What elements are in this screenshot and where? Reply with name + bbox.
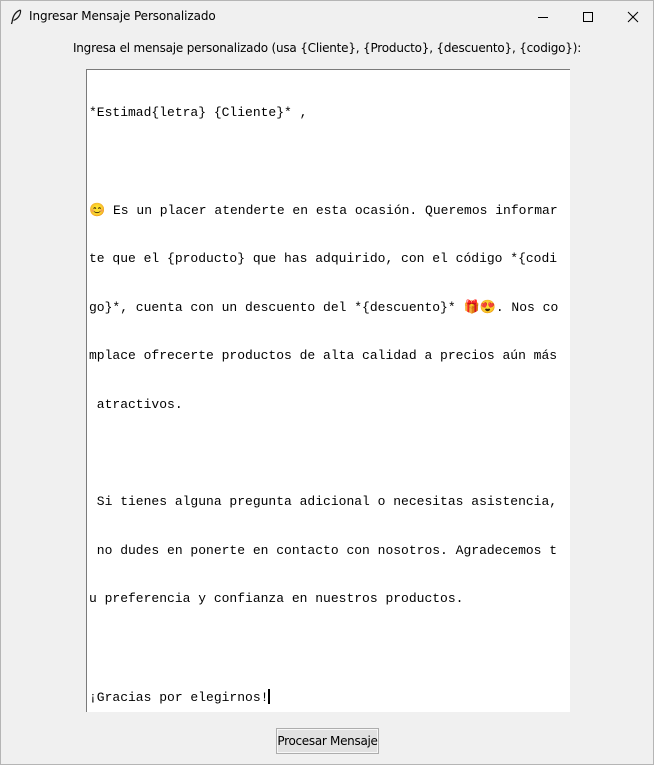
text-line: no dudes en ponerte en contacto con noso… [89,542,558,558]
text-line: te que el {producto} que has adquirido, … [89,251,558,267]
text-line-last: ¡Gracias por elegirnos! [89,688,570,705]
message-text: *Estimad{letra} {Cliente}* , 😊 Es un pla… [89,73,570,712]
text-line: atractivos. [89,396,183,412]
text-caret [268,688,271,704]
maximize-icon [583,12,593,22]
text-line [89,446,570,462]
text-line: ¡Gracias por elegirnos! [89,689,269,705]
close-icon [627,11,639,23]
text-line: *Estimad{letra} {Cliente}* , [89,105,308,121]
message-textarea[interactable]: *Estimad{letra} {Cliente}* , 😊 Es un pla… [86,69,570,712]
app-window: Ingresar Mensaje Personalizado Ingresa e… [0,0,654,765]
minimize-button[interactable] [520,1,566,33]
text-line: Si tienes alguna pregunta adicional o ne… [89,494,558,510]
minimize-icon [538,17,548,18]
process-message-button[interactable]: Procesar Mensaje [276,728,379,754]
window-title: Ingresar Mensaje Personalizado [29,9,216,23]
text-line: mplace ofrecerte productos de alta calid… [89,348,558,364]
title-bar[interactable]: Ingresar Mensaje Personalizado [1,1,653,33]
text-line [89,640,570,656]
instruction-label: Ingresa el mensaje personalizado (usa {C… [72,41,582,55]
text-line: 😊 Es un placer atenderte en esta ocasión… [89,202,558,218]
feather-icon [10,9,22,25]
text-line: go}*, cuenta con un descuento del *{desc… [89,299,559,315]
maximize-button[interactable] [565,1,611,33]
text-line [89,154,570,170]
text-line: u preferencia y confianza en nuestros pr… [89,591,464,607]
close-button[interactable] [610,1,654,33]
